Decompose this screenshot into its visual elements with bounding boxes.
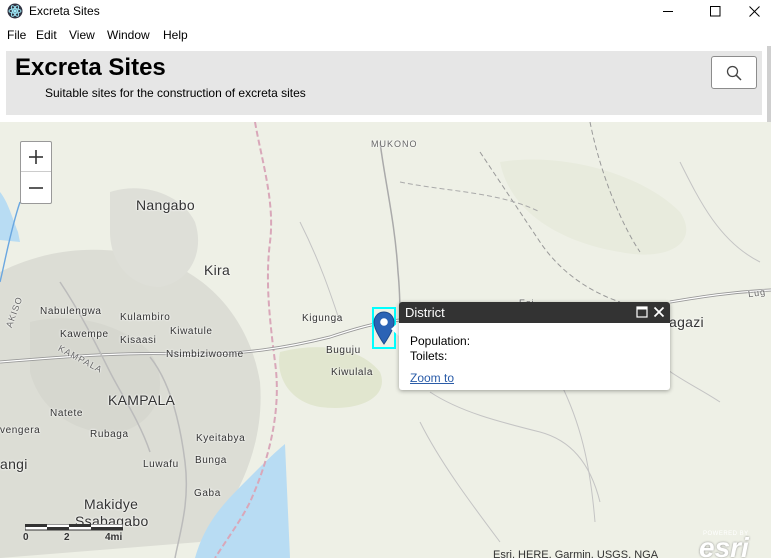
scrollbar[interactable] <box>767 46 771 122</box>
maximize-icon[interactable] <box>636 306 648 318</box>
zoom-out-button[interactable] <box>21 173 51 203</box>
scale-bar <box>25 524 123 531</box>
menu-file[interactable]: File <box>7 28 26 42</box>
menu-help[interactable]: Help <box>163 28 188 42</box>
window-titlebar: Excreta Sites <box>0 0 771 23</box>
app-header: Excreta Sites Suitable sites for the con… <box>0 46 771 122</box>
place-label: Kigunga <box>302 313 343 324</box>
place-label: Rubaga <box>90 429 129 440</box>
place-label: Nabulengwa <box>40 306 102 317</box>
page-title: Excreta Sites <box>15 54 166 81</box>
map-attribution[interactable]: Esri, HERE, Garmin, USGS, NGA <box>493 549 658 558</box>
scale-label: 0 <box>23 532 29 543</box>
info-popup: District Population: Toilets: Zoom to <box>399 302 670 390</box>
place-label: angi <box>0 456 28 472</box>
menu-view[interactable]: View <box>69 28 95 42</box>
menu-edit[interactable]: Edit <box>36 28 57 42</box>
scale-label: 2 <box>64 532 70 543</box>
header-panel: Excreta Sites Suitable sites for the con… <box>6 51 762 115</box>
search-icon <box>726 65 742 81</box>
menu-bar: File Edit View Window Help <box>0 25 771 45</box>
close-window-button[interactable] <box>738 0 771 22</box>
maximize-button[interactable] <box>692 0 738 22</box>
place-label: KAMPALA <box>108 392 176 408</box>
place-label: Kira <box>204 262 231 278</box>
search-button[interactable] <box>711 56 757 89</box>
population-label: Population: <box>410 334 471 348</box>
minimize-icon <box>662 10 673 12</box>
place-label: agazi <box>669 314 704 330</box>
place-label: Kyeitabya <box>196 433 246 444</box>
place-label: Gaba <box>194 488 221 499</box>
place-label: Kulambiro <box>120 312 171 323</box>
popup-header: District <box>399 302 670 323</box>
zoom-in-button[interactable] <box>21 142 51 172</box>
maximize-icon <box>709 5 720 16</box>
toilets-label: Toilets: <box>410 349 448 363</box>
scale-label: 4mi <box>105 532 123 543</box>
esri-powered-label: POWERED BY <box>703 531 749 537</box>
place-label: Makidye <box>84 496 139 512</box>
page-subtitle: Suitable sites for the construction of e… <box>45 86 306 100</box>
close-icon[interactable] <box>653 306 665 318</box>
place-label: Buguju <box>326 345 361 356</box>
place-label: Bunga <box>195 455 227 466</box>
place-label: Natete <box>50 408 84 419</box>
place-label: Kisaasi <box>120 335 157 346</box>
minus-icon <box>29 187 43 189</box>
place-label: Kiwulala <box>331 367 374 378</box>
place-label: Kawempe <box>60 329 109 340</box>
place-label: Nangabo <box>136 197 195 213</box>
place-label: Nsimbiziwoome <box>166 349 244 360</box>
zoom-to-link[interactable]: Zoom to <box>410 371 454 385</box>
window-title: Excreta Sites <box>29 4 100 18</box>
place-label: Luwafu <box>143 459 179 470</box>
map-view[interactable]: MUKONO Nangabo Kira Nabulengwa Kulambiro… <box>0 122 771 558</box>
app-icon <box>7 3 23 19</box>
menu-window[interactable]: Window <box>107 28 150 42</box>
place-label: MUKONO <box>371 139 418 149</box>
zoom-control <box>20 141 52 204</box>
place-label: Kiwatule <box>170 326 213 337</box>
close-icon <box>749 5 760 17</box>
plus-icon <box>29 149 43 164</box>
minimize-button[interactable] <box>645 0 691 22</box>
popup-title: District <box>405 305 445 320</box>
place-label: vengera <box>0 425 41 436</box>
